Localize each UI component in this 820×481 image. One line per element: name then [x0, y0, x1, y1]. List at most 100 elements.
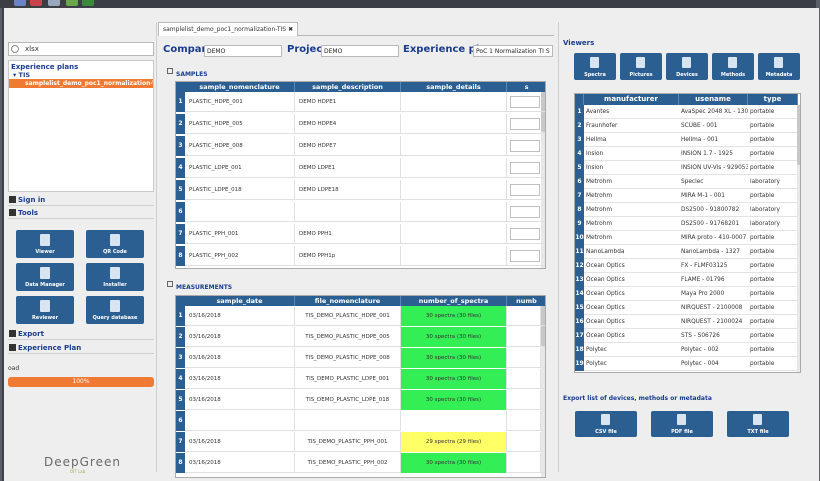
shield-icon[interactable] — [30, 0, 42, 6]
sample-details-cell[interactable] — [401, 180, 507, 200]
right-splitter[interactable] — [558, 22, 559, 472]
table-row[interactable]: 5 03/16/2018 TIS_DEMO_PLASTIC_LDPE_018 30 s… — [176, 390, 545, 410]
sample-date-cell[interactable]: 03/16/2018 — [185, 369, 295, 389]
table-row[interactable]: 14 Ocean Optics Maya Pro 2000 portable — [575, 287, 797, 301]
numb-cell[interactable] — [507, 432, 541, 452]
sample-nomenclature-cell[interactable]: PLASTIC_LDPE_001 — [185, 158, 295, 178]
table-row[interactable]: 2 03/16/2018 TIS_DEMO_PLASTIC_HDPE_005 30 s… — [176, 327, 545, 347]
table-row[interactable]: 9 Metrohm DS2500 - 91768201 laboratory — [575, 217, 797, 231]
sample-description-cell[interactable]: DEMO HDPE4 — [295, 114, 401, 134]
table-row[interactable]: 2 PLASTIC_HDPE_005 DEMO HDPE4 — [176, 114, 545, 134]
type-cell[interactable]: portable — [748, 245, 797, 259]
file-nomenclature-cell[interactable]: TIS_DEMO_PLASTIC_PPH_002 — [295, 453, 401, 473]
type-cell[interactable]: portable — [748, 273, 797, 287]
type-cell[interactable]: laboratory — [748, 175, 797, 189]
table-row[interactable]: 3 PLASTIC_HDPE_008 DEMO HDPE7 — [176, 136, 545, 156]
manufacturer-cell[interactable]: Fraunhofer — [584, 119, 679, 133]
devices-button[interactable]: Devices — [666, 53, 708, 80]
sample-nomenclature-cell[interactable]: PLASTIC_HDPE_005 — [185, 114, 295, 134]
manufacturer-cell[interactable]: Ocean Optics — [584, 273, 679, 287]
type-cell[interactable]: portable — [748, 329, 797, 343]
table-row[interactable]: 3 Hellma Hellma - 001 portable — [575, 133, 797, 147]
usename-cell[interactable]: DS2500 - 91800782 — [679, 203, 748, 217]
sample-details-cell[interactable] — [401, 158, 507, 178]
sample-details-cell[interactable] — [401, 136, 507, 156]
sample-s-input[interactable] — [510, 162, 540, 174]
type-cell[interactable]: portable — [748, 343, 797, 357]
manufacturer-cell[interactable]: Insion — [584, 161, 679, 175]
sample-description-cell[interactable]: DEMO PPH1p — [295, 246, 401, 266]
table-row[interactable]: 19 Polytec Polytec - 004 portable — [575, 357, 797, 371]
usename-cell[interactable]: STS - S06726 — [679, 329, 748, 343]
tools-row[interactable]: Tools — [8, 207, 154, 219]
csv-file-button[interactable]: CSV file — [575, 411, 637, 437]
number-of-spectra-cell[interactable]: 29 spectra (29 files) — [401, 432, 507, 452]
table-row[interactable]: 7 Metrohm MIRA M-1 - 001 portable — [575, 189, 797, 203]
type-cell[interactable]: portable — [748, 231, 797, 245]
manufacturer-cell[interactable]: NanoLambda — [584, 245, 679, 259]
file-nomenclature-cell[interactable]: TIS_DEMO_PLASTIC_PPH_001 — [295, 432, 401, 452]
numb-cell[interactable] — [507, 327, 541, 347]
type-cell[interactable]: portable — [748, 357, 797, 371]
type-cell[interactable]: laboratory — [748, 203, 797, 217]
table-row[interactable]: 7 03/16/2018 TIS_DEMO_PLASTIC_PPH_001 29 sp… — [176, 432, 545, 452]
number-of-spectra-cell[interactable]: 30 spectra (30 files) — [401, 390, 507, 410]
installer-button[interactable]: Installer — [86, 263, 144, 291]
numb-cell[interactable] — [507, 390, 541, 410]
file-nomenclature-cell[interactable]: TIS_DEMO_PLASTIC_LDPE_018 — [295, 390, 401, 410]
project-field[interactable]: DEMO — [321, 45, 399, 57]
table-row[interactable]: 12 Ocean Optics FX - FLMF03125 portable — [575, 259, 797, 273]
usename-cell[interactable]: NIRQUEST - 2100008 — [679, 301, 748, 315]
usename-cell[interactable]: MIRA M-1 - 001 — [679, 189, 748, 203]
manufacturer-cell[interactable]: Hellma — [584, 133, 679, 147]
sample-details-cell[interactable] — [401, 224, 507, 244]
manufacturer-cell[interactable]: Ocean Optics — [584, 287, 679, 301]
table-row[interactable]: 1 03/16/2018 TIS_DEMO_PLASTIC_HDPE_001 30 s… — [176, 306, 545, 326]
sample-s-input[interactable] — [510, 184, 540, 196]
manufacturer-cell[interactable]: Ocean Optics — [584, 329, 679, 343]
manufacturer-cell[interactable]: Ocean Optics — [584, 315, 679, 329]
col-sample-nomenclature[interactable]: sample_nomenclature — [185, 82, 295, 92]
file-nomenclature-cell[interactable]: TIS_DEMO_PLASTIC_HDPE_008 — [295, 348, 401, 368]
sample-s-input[interactable] — [510, 206, 540, 218]
usename-cell[interactable]: SCUBE - 001 — [679, 119, 748, 133]
usename-cell[interactable]: Maya Pro 2000 — [679, 287, 748, 301]
sample-s-input[interactable] — [510, 96, 540, 108]
sample-date-cell[interactable]: 03/16/2018 — [185, 327, 295, 347]
sample-nomenclature-cell[interactable] — [185, 202, 295, 222]
usename-cell[interactable]: Speclec — [679, 175, 748, 189]
table-row[interactable]: 1 PLASTIC_HDPE_001 DEMO HDPE1 — [176, 92, 545, 112]
file-nomenclature-cell[interactable]: TIS_DEMO_PLASTIC_HDPE_001 — [295, 306, 401, 326]
sample-description-cell[interactable]: DEMO HDPE7 — [295, 136, 401, 156]
number-of-spectra-cell[interactable]: 30 spectra (30 files) — [401, 348, 507, 368]
sample-s-input[interactable] — [510, 228, 540, 240]
number-of-spectra-cell[interactable]: 30 spectra (30 files) — [401, 327, 507, 347]
table-row[interactable]: 8 Metrohm DS2500 - 91800782 laboratory — [575, 203, 797, 217]
number-of-spectra-cell[interactable]: 30 spectra (30 files) — [401, 453, 507, 473]
numb-cell[interactable] — [507, 411, 541, 431]
table-row[interactable]: 8 PLASTIC_PPH_002 DEMO PPH1p — [176, 246, 545, 266]
table-row[interactable]: 1AvantesAvaSpec 2048 XL - 1303...portabl… — [575, 105, 797, 119]
type-cell[interactable]: portable — [748, 315, 797, 329]
col-sample-description[interactable]: sample_description — [295, 82, 401, 92]
sample-description-cell[interactable]: DEMO LDPE18 — [295, 180, 401, 200]
usename-cell[interactable]: INSION 1.7 - 1925 — [679, 147, 748, 161]
sample-s-input[interactable] — [510, 250, 540, 262]
manufacturer-cell[interactable]: Metrohm — [584, 203, 679, 217]
table-row[interactable]: 16 Ocean Optics NIRQUEST - 2100024 portable — [575, 315, 797, 329]
txt-file-button[interactable]: TXT file — [727, 411, 789, 437]
table-row[interactable]: 7 PLASTIC_PPH_001 DEMO PPH1 — [176, 224, 545, 244]
col-sample-details[interactable]: sample_details — [401, 82, 507, 92]
usename-cell[interactable]: AvaSpec 2048 XL - 1303... — [679, 105, 748, 119]
sample-description-cell[interactable] — [295, 202, 401, 222]
metadata-button[interactable]: Metadata — [758, 53, 800, 80]
samples-toggle-icon[interactable] — [167, 68, 173, 74]
manufacturer-cell[interactable]: Metrohm — [584, 217, 679, 231]
type-cell[interactable]: portable — [748, 147, 797, 161]
file-nomenclature-cell[interactable] — [295, 411, 401, 431]
type-cell[interactable]: portable — [748, 301, 797, 315]
table-row[interactable]: 10 Metrohm MIRA proto - 410-0007 portable — [575, 231, 797, 245]
sample-date-cell[interactable]: 03/16/2018 — [185, 306, 295, 326]
sign-in-row[interactable]: Sign in — [8, 194, 154, 206]
usename-cell[interactable]: INSION UV-Vis - 929053 — [679, 161, 748, 175]
